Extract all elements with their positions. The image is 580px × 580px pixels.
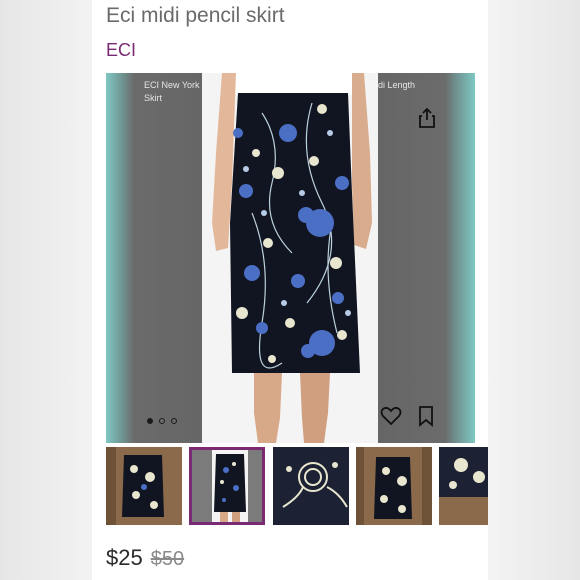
share-icon[interactable]: [417, 107, 437, 129]
thumbnail-4[interactable]: [356, 447, 432, 525]
carousel-dot-1[interactable]: [147, 418, 153, 424]
thumbnail-strip: [106, 447, 488, 525]
image-backdrop-left: [106, 73, 202, 443]
thumbnail-5[interactable]: [439, 447, 488, 525]
bookmark-icon[interactable]: [417, 405, 435, 427]
background-left: [0, 0, 92, 580]
thumbnail-2[interactable]: [189, 447, 265, 525]
skirt-photo: [202, 73, 378, 443]
thumbnail-1[interactable]: [106, 447, 182, 525]
brand-link[interactable]: ECI: [106, 40, 136, 61]
original-price: $50: [150, 548, 185, 570]
thumbnail-3[interactable]: [273, 447, 349, 525]
price-row: $25 $50: [106, 545, 184, 571]
heart-icon[interactable]: [380, 405, 402, 427]
underlay-product-name: ECI New York Skirt: [144, 80, 200, 103]
main-product-image[interactable]: ECI New York Skirt di Length: [106, 73, 475, 443]
listing-title: Eci midi pencil skirt: [106, 4, 285, 27]
background-right: [488, 0, 580, 580]
carousel-dot-3[interactable]: [171, 418, 177, 424]
carousel-dots[interactable]: [147, 411, 183, 424]
price: $25: [106, 545, 143, 570]
listing-card: Eci midi pencil skirt ECI ECI New York S…: [92, 0, 488, 580]
carousel-dot-2[interactable]: [159, 418, 165, 424]
underlay-product-name-right: di Length: [378, 80, 416, 90]
